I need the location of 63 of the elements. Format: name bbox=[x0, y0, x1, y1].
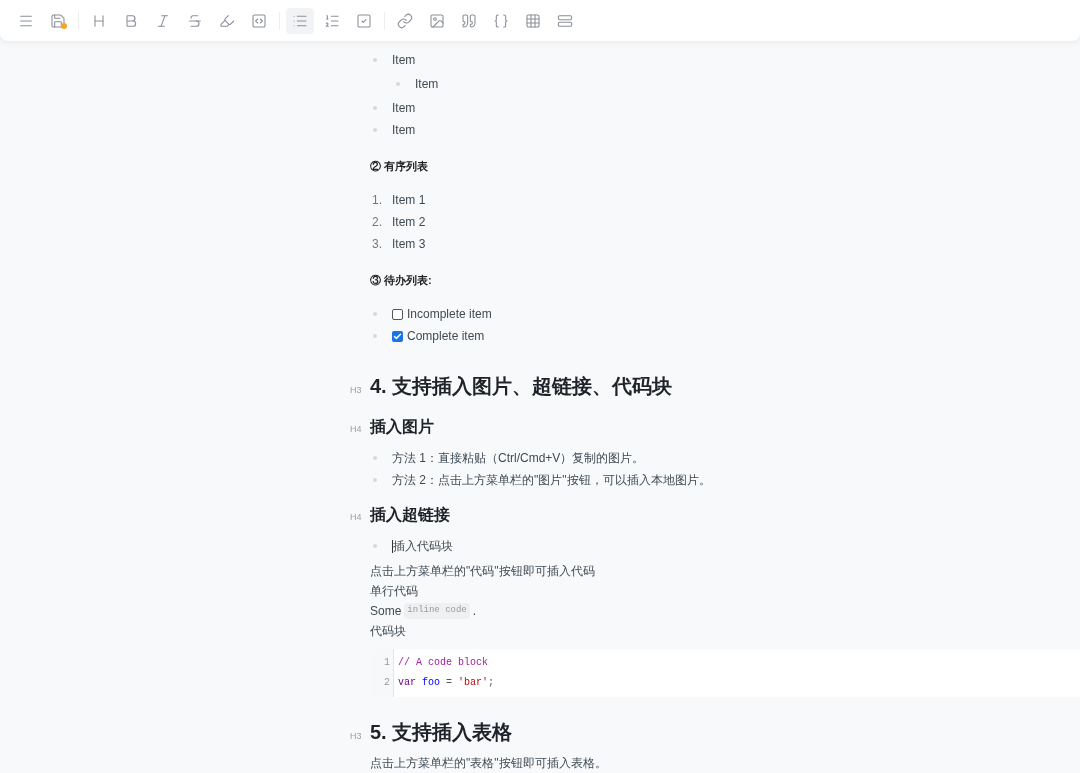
code-line: // A code block bbox=[398, 656, 489, 670]
bullet-icon bbox=[373, 58, 377, 62]
line-number: 2 bbox=[383, 676, 391, 690]
list-item-text: 插入代码块 bbox=[393, 538, 453, 555]
code-line: var foo = 'bar'; bbox=[398, 676, 495, 690]
line-number: 1 bbox=[383, 656, 391, 670]
inline-code: inline code bbox=[404, 603, 470, 619]
heading-level-marker: H3 bbox=[350, 384, 363, 397]
section-label: ③ 待办列表: bbox=[370, 274, 432, 286]
link-icon bbox=[397, 12, 413, 29]
list-item-text: Item bbox=[415, 76, 439, 93]
image-icon bbox=[429, 12, 445, 29]
bullet-icon bbox=[373, 334, 377, 338]
heading: 插入图片 bbox=[370, 417, 434, 437]
strikethrough-icon bbox=[187, 12, 203, 29]
paragraph-text: . bbox=[472, 603, 477, 620]
list-item-text: Item 1 bbox=[392, 192, 426, 209]
list-item-text: 方法 1：直接粘贴（Ctrl/Cmd+V）复制的图片。 bbox=[392, 450, 645, 467]
bullet-list-button[interactable] bbox=[286, 7, 314, 34]
paragraph: 点击上方菜单栏的"代码"按钮即可插入代码 bbox=[370, 563, 595, 580]
bullet-icon bbox=[373, 312, 377, 316]
numbered-list-icon bbox=[324, 12, 340, 29]
checkbox[interactable] bbox=[392, 308, 403, 320]
list-number: 3. bbox=[371, 236, 383, 253]
todo-item-text: Incomplete item bbox=[407, 306, 492, 323]
heading-icon bbox=[91, 12, 107, 29]
list-item-text: 方法 2：点击上方菜单栏的"图片"按钮，可以插入本地图片。 bbox=[392, 472, 711, 489]
heading: 4. 支持插入图片、超链接、代码块 bbox=[370, 374, 673, 399]
heading: 插入超链接 bbox=[370, 505, 450, 525]
highlighter-icon bbox=[219, 12, 235, 29]
paragraph: 点击上方菜单栏的"表格"按钮即可插入表格。 bbox=[370, 755, 607, 772]
bullet-icon bbox=[396, 82, 400, 86]
list-item-text: Item bbox=[392, 100, 416, 117]
bullet-icon bbox=[373, 544, 377, 548]
braces-icon bbox=[493, 12, 509, 29]
save-icon bbox=[50, 12, 66, 29]
list-item-text: Item bbox=[392, 122, 416, 139]
table-icon bbox=[525, 12, 541, 29]
bullet-icon bbox=[373, 456, 377, 460]
code-icon bbox=[251, 12, 267, 29]
paragraph: 单行代码 bbox=[370, 583, 418, 600]
heading-level-marker: H3 bbox=[350, 730, 363, 743]
list-number: 2. bbox=[371, 214, 383, 231]
todo-item-text: Complete item bbox=[407, 328, 485, 345]
list-item-text: Item bbox=[392, 52, 416, 69]
quote-icon bbox=[461, 12, 477, 29]
bullet-icon bbox=[373, 106, 377, 110]
section-label: ② 有序列表 bbox=[370, 160, 429, 172]
bullet-icon bbox=[373, 128, 377, 132]
heading-level-marker: H4 bbox=[350, 511, 363, 524]
checkbox[interactable] bbox=[392, 330, 403, 342]
bullet-icon bbox=[373, 478, 377, 482]
list-item-text: Item 2 bbox=[392, 214, 426, 231]
heading-level-marker: H4 bbox=[350, 423, 363, 436]
paragraph-text: Some bbox=[370, 603, 402, 620]
paragraph: 代码块 bbox=[370, 623, 406, 640]
bold-icon bbox=[123, 12, 139, 29]
italic-icon bbox=[155, 12, 171, 29]
checkbox-icon bbox=[356, 12, 372, 29]
rows-icon bbox=[557, 12, 573, 29]
heading: 5. 支持插入表格 bbox=[370, 720, 513, 745]
list-item-text: Item 3 bbox=[392, 236, 426, 253]
list-number: 1. bbox=[371, 192, 383, 209]
